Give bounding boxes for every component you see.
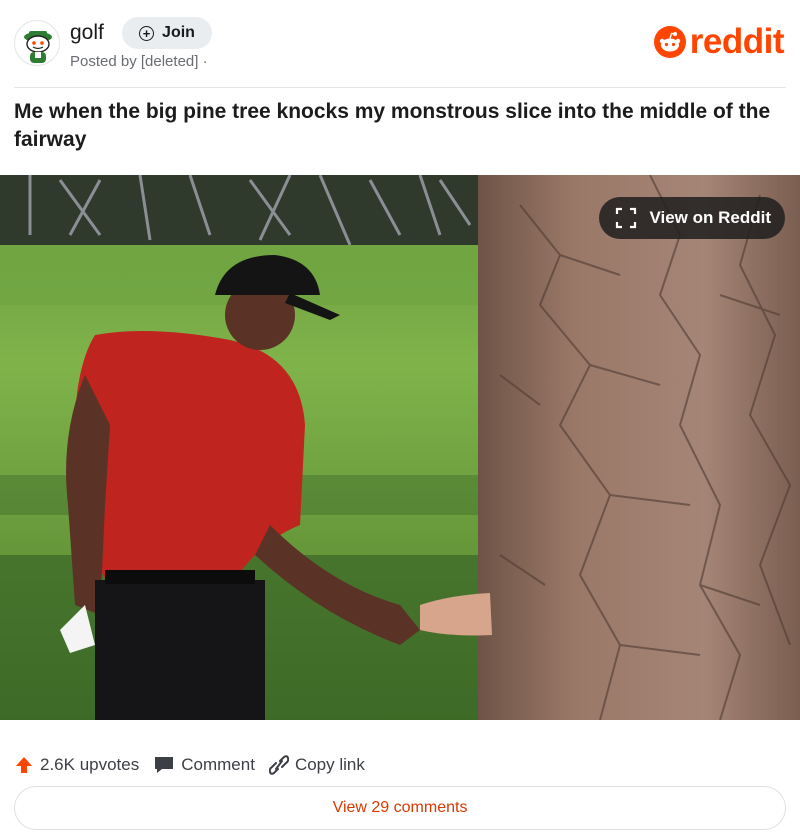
upvote-button[interactable]: 2.6K upvotes — [14, 755, 139, 775]
view-comments-button[interactable]: View 29 comments — [14, 786, 786, 830]
subreddit-avatar-icon[interactable] — [14, 20, 60, 66]
post-media[interactable]: View on Reddit — [0, 175, 800, 720]
post-actions: 2.6K upvotes Comment Copy link — [14, 751, 379, 779]
post-header: golf + Join Posted by [deleted] · reddit — [0, 0, 800, 88]
reddit-wordmark: reddit — [689, 22, 785, 61]
upvotes-count: 2.6K upvotes — [40, 755, 140, 774]
join-label: Join — [162, 24, 195, 41]
post-image — [0, 175, 800, 720]
expand-icon — [615, 207, 637, 229]
reddit-logo[interactable]: reddit — [653, 22, 785, 61]
join-button[interactable]: + Join — [122, 17, 212, 49]
posted-by: Posted by [deleted] · — [70, 53, 208, 70]
comment-label: Comment — [181, 755, 255, 774]
plus-circle-icon: + — [139, 25, 155, 41]
comment-button[interactable]: Comment — [153, 755, 255, 775]
copy-link-label: Copy link — [294, 755, 365, 774]
link-icon — [268, 755, 289, 775]
copy-link-button[interactable]: Copy link — [268, 754, 365, 776]
reddit-logo-icon — [653, 26, 686, 58]
post-title[interactable]: Me when the big pine tree knocks my mons… — [14, 98, 784, 154]
view-on-reddit-label: View on Reddit — [649, 208, 771, 227]
upvote-arrow-icon — [16, 757, 32, 773]
view-on-reddit-button[interactable]: View on Reddit — [599, 197, 785, 239]
subreddit-name[interactable]: golf — [70, 21, 104, 45]
comment-bubble-icon — [155, 757, 174, 773]
header-divider — [14, 87, 786, 88]
